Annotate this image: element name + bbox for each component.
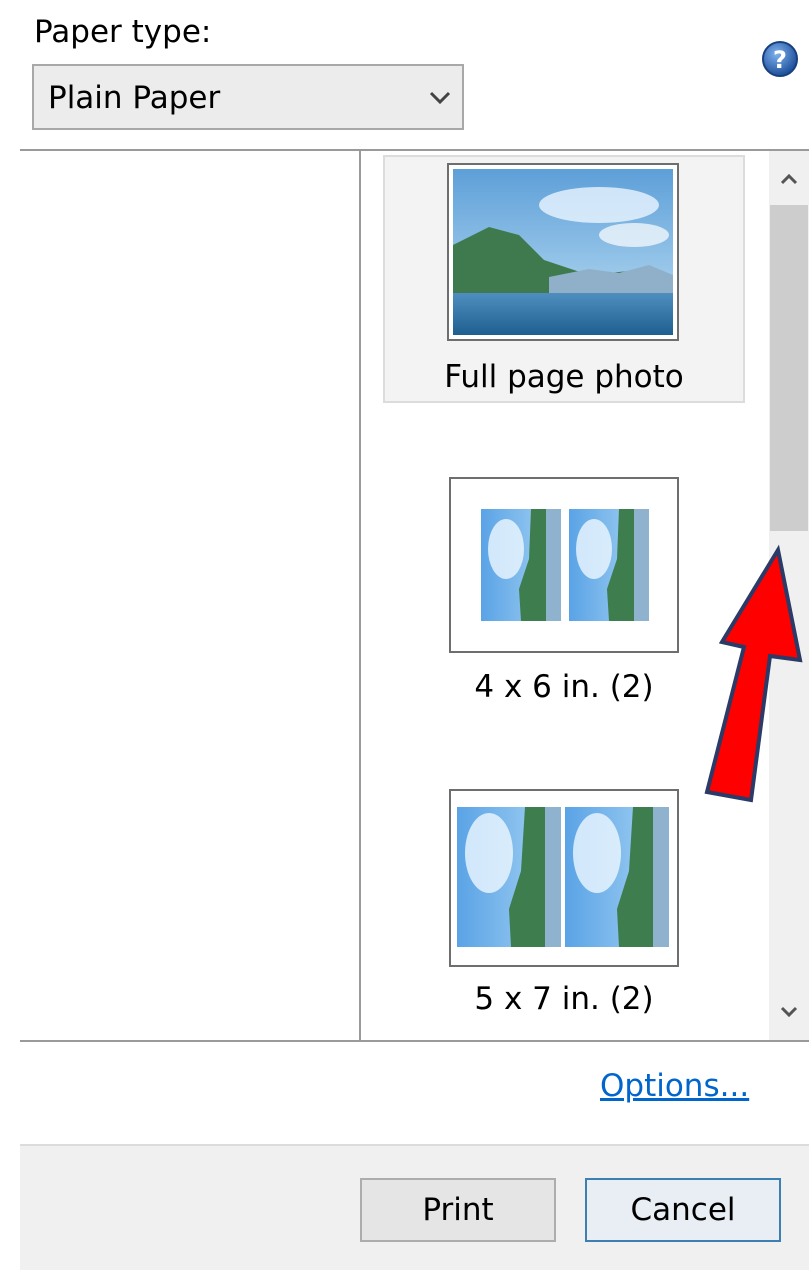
- vertical-scrollbar[interactable]: [769, 151, 809, 1040]
- chevron-up-icon: [780, 173, 798, 185]
- paper-type-value: Plain Paper: [48, 80, 221, 116]
- layout-thumbnail: [449, 789, 679, 967]
- layout-option-full-page-photo[interactable]: Full page photo: [383, 155, 745, 403]
- scroll-thumb[interactable]: [770, 205, 808, 531]
- chevron-down-icon: [429, 91, 451, 105]
- dialog-footer: Print Cancel: [20, 1144, 809, 1270]
- two-photo-layout-image: [457, 807, 669, 947]
- help-icon[interactable]: ?: [761, 40, 799, 78]
- layout-caption: 4 x 6 in. (2): [474, 669, 654, 705]
- layout-caption: 5 x 7 in. (2): [474, 981, 654, 1017]
- layout-option-4x6-2[interactable]: 4 x 6 in. (2): [383, 473, 745, 709]
- landscape-photo-image: [453, 169, 673, 335]
- options-link[interactable]: Options...: [600, 1068, 749, 1104]
- paper-type-label: Paper type:: [34, 14, 212, 50]
- two-photo-layout-image: [481, 509, 649, 621]
- layout-option-5x7-2[interactable]: 5 x 7 in. (2): [383, 785, 745, 1021]
- cancel-button[interactable]: Cancel: [585, 1178, 781, 1242]
- print-button[interactable]: Print: [360, 1178, 556, 1242]
- scroll-down-button[interactable]: [769, 984, 809, 1040]
- chevron-down-icon: [780, 1006, 798, 1018]
- layout-thumbnail: [447, 163, 679, 341]
- layout-list[interactable]: Full page photo 4 x 6 in. (2) 5 x 7 in. …: [361, 151, 769, 1040]
- scroll-up-button[interactable]: [769, 151, 809, 207]
- preview-pane: [20, 151, 359, 1040]
- layout-panel: Full page photo 4 x 6 in. (2) 5 x 7 in. …: [20, 149, 809, 1042]
- svg-text:?: ?: [773, 46, 787, 74]
- layout-thumbnail: [449, 477, 679, 653]
- paper-type-dropdown[interactable]: Plain Paper: [32, 64, 464, 130]
- layout-caption: Full page photo: [444, 359, 684, 395]
